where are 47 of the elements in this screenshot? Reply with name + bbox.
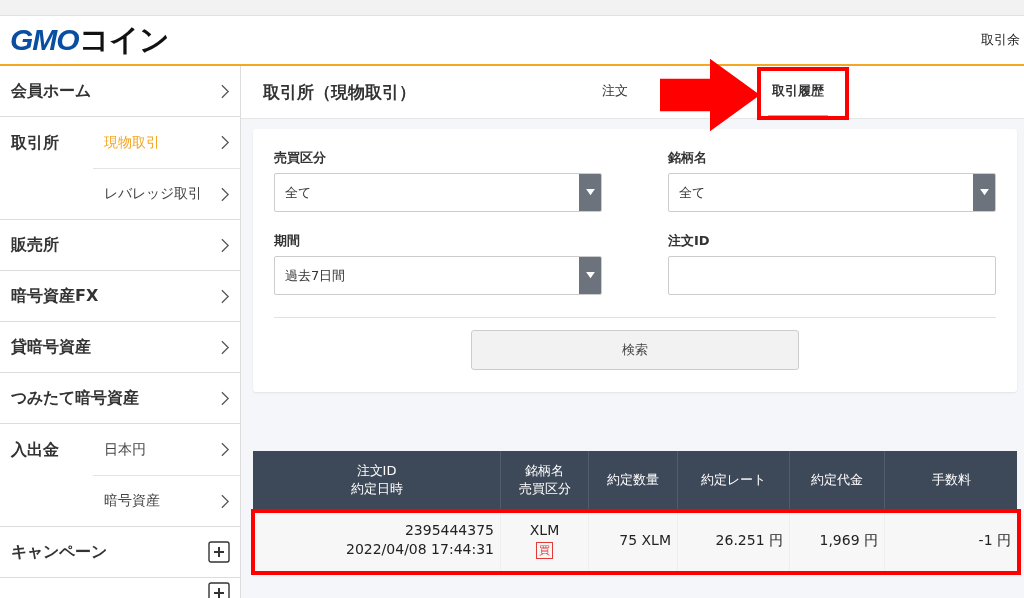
chevron-right-icon[interactable] xyxy=(221,339,230,355)
chevron-right-icon[interactable] xyxy=(221,83,230,99)
table-cell-text: XLM xyxy=(528,521,561,540)
menu-item[interactable]: 日本円 xyxy=(93,424,240,476)
field-label: 銘柄名 xyxy=(668,149,708,167)
chevron-right-icon[interactable] xyxy=(221,442,230,457)
column-header: 銘柄名 売買区分 xyxy=(500,451,589,509)
menu-item[interactable]: 販売所 xyxy=(0,220,240,271)
menu-item[interactable]: レバレッジ取引 xyxy=(93,169,240,219)
field-label: 期間 xyxy=(274,232,301,250)
side-badge: 買 xyxy=(536,541,553,559)
plus-icon[interactable] xyxy=(208,541,230,563)
chevron-right-icon[interactable] xyxy=(221,135,230,150)
menu-item[interactable]: 会員ホーム xyxy=(0,66,240,117)
chevron-right-icon[interactable] xyxy=(221,186,230,202)
menu-label: 取引所 xyxy=(11,133,59,154)
tab[interactable]: 注文 xyxy=(598,66,632,118)
field-label: 売買区分 xyxy=(274,149,327,167)
menu-label: 入出金 xyxy=(11,440,59,461)
column-header: 約定数量 xyxy=(588,451,678,509)
menu-item[interactable]: 暗号資産FX xyxy=(0,271,240,322)
caret-icon[interactable] xyxy=(579,257,601,294)
field-label: 注文ID xyxy=(668,232,711,250)
menu-item[interactable]: 暗号資産 xyxy=(93,476,240,526)
column-header: 手数料 xyxy=(884,451,1017,509)
chevron-right-icon[interactable] xyxy=(221,237,230,253)
menu-item[interactable]: 貸暗号資産 xyxy=(0,322,240,373)
column-header: 約定代金 xyxy=(789,451,885,509)
dropdown-field[interactable]: 全て xyxy=(668,173,996,212)
search-button[interactable]: 検索 xyxy=(471,330,799,370)
menu-item[interactable]: キャンペーン xyxy=(0,527,240,578)
header-text: 取引余 xyxy=(981,31,1020,49)
column-header: 約定レート xyxy=(677,451,790,509)
page-title: 取引所（現物取引） xyxy=(263,80,417,104)
chevron-right-icon[interactable] xyxy=(221,493,230,509)
dropdown-field[interactable]: 過去7日間 xyxy=(274,256,602,295)
chevron-right-icon[interactable] xyxy=(221,288,230,304)
column-header: 注文ID 約定日時 xyxy=(253,451,501,509)
menu-item[interactable]: つみたて暗号資産 xyxy=(0,373,240,424)
plus-icon[interactable] xyxy=(208,582,230,598)
tab[interactable]: 取引履歴 xyxy=(768,66,828,118)
caret-icon[interactable] xyxy=(579,174,601,211)
caret-icon[interactable] xyxy=(973,174,995,211)
chevron-right-icon[interactable] xyxy=(221,390,230,406)
dropdown-field[interactable]: 全て xyxy=(274,173,602,212)
input-field[interactable] xyxy=(668,256,996,295)
logo[interactable]: GMOコイン xyxy=(10,19,169,61)
